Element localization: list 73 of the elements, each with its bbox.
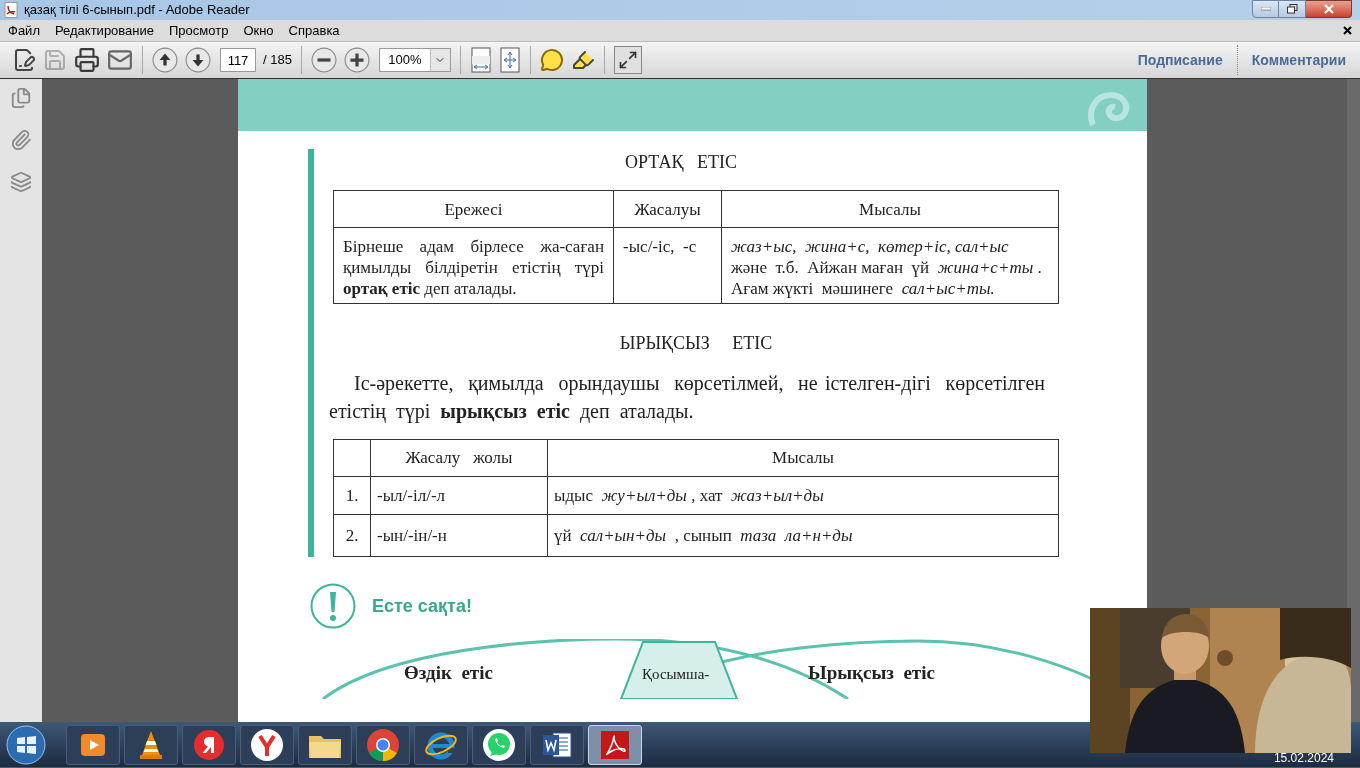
table-cell: -ыл/-іл/-л <box>370 476 548 515</box>
chrome-logo-icon[interactable] <box>366 727 400 762</box>
scrollbar[interactable] <box>1347 79 1360 722</box>
column-header: Ережесі <box>333 190 614 228</box>
menu-item[interactable]: Справка <box>287 20 341 41</box>
taskbar-button[interactable] <box>66 724 120 765</box>
section-heading: ОРТАҚ ЕТІС <box>625 151 737 174</box>
close-icon <box>1322 4 1335 14</box>
taskbar-button[interactable] <box>356 724 410 765</box>
taskbar-button[interactable] <box>124 724 178 765</box>
menu-item[interactable]: Редактирование <box>53 20 155 41</box>
menu-item[interactable]: Просмотр <box>168 20 230 41</box>
next-page-icon[interactable] <box>185 47 211 73</box>
panel-link[interactable]: Подписание <box>1137 49 1223 71</box>
table-cell: үй сал+ын+ды , сынып таза ла+н+ды <box>547 514 1059 557</box>
table-cell: -ыс/-іс, -с <box>613 227 722 304</box>
menu-item[interactable]: Окно <box>242 20 275 41</box>
taskbar-button[interactable] <box>472 724 526 765</box>
fit-page-icon[interactable] <box>498 47 521 73</box>
page-number-field[interactable]: 117 <box>220 48 256 72</box>
zoom-in-icon[interactable] <box>343 47 370 73</box>
highlighter-icon[interactable] <box>570 48 595 72</box>
pdf-file-icon <box>4 2 18 18</box>
taskbar-button[interactable] <box>240 724 294 765</box>
taskbar-button[interactable] <box>298 724 352 765</box>
restore-icon <box>1286 4 1298 14</box>
column-header: Жасалу жолы <box>370 439 548 477</box>
table-cell: жаз+ыс, жина+с, көтер+іс, сал+ыс және т.б. Айжан маған үй жина+с+ты . Ағам жүкті мәшинеге сал+ыс+ты. <box>721 227 1059 304</box>
previous-page-icon[interactable] <box>152 47 178 73</box>
menu-item[interactable]: Файл <box>7 20 41 41</box>
table-cell: 2. <box>333 514 371 557</box>
close-button[interactable] <box>1306 0 1352 18</box>
zoom-out-icon[interactable] <box>310 47 337 73</box>
taskbar-button[interactable] <box>530 724 584 765</box>
zoom-dropdown[interactable]: 100% <box>378 48 451 72</box>
diagram-label: Ырықсыз етіс <box>808 661 935 685</box>
fullscreen-icon[interactable] <box>613 46 642 74</box>
chat-bubble-icon[interactable] <box>482 727 516 762</box>
pdf-app-icon[interactable] <box>599 728 631 761</box>
edit-document-icon[interactable] <box>12 48 36 72</box>
comment-icon[interactable] <box>539 48 564 72</box>
panel-link[interactable]: Комментарии <box>1251 49 1346 71</box>
layers-icon[interactable] <box>10 171 32 193</box>
close-icon[interactable] <box>1343 26 1352 35</box>
window-title: қазақ тілі 6-сынып.pdf - Adobe Reader <box>24 1 250 20</box>
table-cell: Бірнеше адам бірлесе жа-саған қимылды білдіретін етістің түрі ортақ етіс деп аталады. <box>333 227 614 304</box>
taskbar-button[interactable] <box>414 724 468 765</box>
diagram-label: Қосымша- <box>642 665 710 683</box>
browser-logo-icon[interactable] <box>250 727 284 762</box>
page-total: / 185 <box>263 51 292 70</box>
diagram-label: Өздік етіс <box>404 661 493 685</box>
definition-paragraph: Іс-әрекетте, қимылда орындаушы көрсетілмей, не істелген-дігі көрсетілген етістің түрі ырықсыз етіс деп аталады. <box>329 371 1045 425</box>
column-header: Жасалуы <box>613 190 722 228</box>
column-header: Мысалы <box>721 190 1059 228</box>
mail-icon[interactable] <box>107 47 133 73</box>
restore-button[interactable] <box>1279 0 1306 18</box>
taskbar-button[interactable] <box>182 724 236 765</box>
section-heading: ЫРЫҚСЫЗ ЕТІС <box>619 332 773 355</box>
pages-icon[interactable] <box>10 87 32 109</box>
paperclip-icon[interactable] <box>10 129 32 151</box>
letter-logo-icon[interactable] <box>193 728 225 761</box>
table-cell: 1. <box>333 476 371 515</box>
column-header: Мысалы <box>547 439 1059 477</box>
exclamation-icon <box>310 583 356 629</box>
start-button[interactable] <box>6 724 46 765</box>
note-title: Есте сақта! <box>372 594 472 618</box>
fit-width-icon[interactable] <box>469 47 492 73</box>
minimize-icon <box>1260 7 1271 11</box>
print-icon[interactable] <box>74 47 100 73</box>
date-text: 15.02.2024 <box>1273 752 1334 765</box>
document-app-icon[interactable] <box>541 729 573 760</box>
table-cell: -ын/-ін/-н <box>370 514 548 557</box>
table-cell: ыдыс жу+ыл+ды , хат жаз+ыл+ды <box>547 476 1059 515</box>
